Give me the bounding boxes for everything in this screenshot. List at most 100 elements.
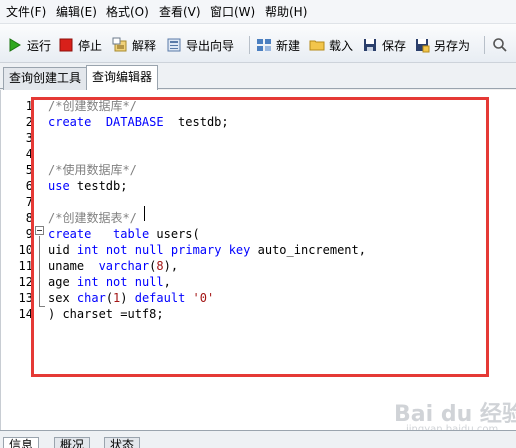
tab-status[interactable]: 状态 <box>104 437 141 448</box>
code-line: /*创建数据表*/ <box>48 210 137 226</box>
menu-bar: 文件(F) 编辑(E) 格式(O) 查看(V) 窗口(W) 帮助(H) <box>0 0 516 24</box>
menu-help[interactable]: 帮助(H) <box>265 4 307 20</box>
line-number: 5 <box>25 163 33 177</box>
tab-query-builder[interactable]: 查询创建工具 <box>3 67 88 90</box>
line-number: 10 <box>18 243 33 257</box>
code-line: /*创建数据库*/ <box>48 98 137 114</box>
code-token: ) <box>120 291 135 305</box>
tab-profile[interactable]: 概况 <box>54 437 91 448</box>
sql-keyword: int <box>76 275 99 289</box>
line-number: 9 <box>25 227 33 241</box>
sql-keyword: not <box>105 275 128 289</box>
query-editor[interactable]: 1 2 3 4 5 6 7 8 9 10 11 12 13 14 /*创建数据库*/create DATA… <box>0 90 516 430</box>
line-number-gutter: 1 2 3 4 5 6 7 8 9 10 11 12 13 14 <box>1 90 37 430</box>
sql-keyword: char <box>76 291 106 305</box>
code-token: , <box>163 275 171 289</box>
save-label: 保存 <box>382 38 407 53</box>
code-token: testdb; <box>163 115 229 129</box>
new-button[interactable]: 新建 <box>256 36 300 54</box>
sql-keyword: key <box>228 243 251 257</box>
tab-query-editor[interactable]: 查询编辑器 <box>86 65 159 90</box>
run-label: 运行 <box>27 38 52 53</box>
result-tabs: 信息 概况 状态 <box>0 430 516 448</box>
code-line: sex char(1) default '0' <box>48 290 214 306</box>
menu-format[interactable]: 格式(O) <box>106 4 149 20</box>
toolbar-divider <box>484 36 485 54</box>
line-number: 7 <box>25 195 33 209</box>
stop-icon <box>58 37 74 53</box>
sql-keyword: not <box>105 243 128 257</box>
folder-icon <box>309 37 325 53</box>
play-icon <box>7 37 23 53</box>
search-button[interactable] <box>492 36 512 54</box>
editor-tabs: 查询创建工具 查询编辑器 <box>0 63 516 90</box>
line-number: 4 <box>25 147 33 161</box>
run-button[interactable]: 运行 <box>7 36 51 54</box>
sql-keyword: int <box>76 243 99 257</box>
code-line: create table users( <box>48 226 200 242</box>
sql-keyword: null <box>134 243 164 257</box>
save-as-button[interactable]: 另存为 <box>414 36 470 54</box>
line-number: 8 <box>25 211 33 225</box>
menu-window[interactable]: 窗口(W) <box>210 4 255 20</box>
save-icon <box>362 37 378 53</box>
menu-file[interactable]: 文件(F) <box>6 4 46 20</box>
code-line: uid int not null primary key auto_increm… <box>48 242 366 258</box>
export-wizard-button[interactable]: 导出向导 <box>166 36 234 54</box>
code-token: ), <box>163 259 179 273</box>
code-token: testdb; <box>69 179 128 193</box>
sql-keyword: create <box>48 115 92 129</box>
sql-keyword: table <box>113 227 150 241</box>
fold-guide <box>39 236 40 306</box>
sql-keyword: DATABASE <box>105 115 164 129</box>
menu-view[interactable]: 查看(V) <box>159 4 201 20</box>
line-number: 13 <box>18 291 33 305</box>
load-button[interactable]: 载入 <box>309 36 353 54</box>
load-label: 载入 <box>329 38 354 53</box>
sql-keyword: default <box>134 291 186 305</box>
code-token: ) charset =utf8; <box>48 307 164 321</box>
code-line: /*使用数据库*/ <box>48 162 137 178</box>
sql-keyword: use <box>48 179 70 193</box>
stop-label: 停止 <box>78 38 103 53</box>
sql-comment: /*创建数据表*/ <box>48 211 137 225</box>
sql-keyword: create <box>48 227 92 241</box>
sql-comment: /*使用数据库*/ <box>48 163 137 177</box>
sql-keyword: varchar <box>98 259 150 273</box>
code-line: age int not null, <box>48 274 171 290</box>
explain-button[interactable]: 解释 <box>112 36 156 54</box>
save-as-label: 另存为 <box>434 38 471 53</box>
line-number: 3 <box>25 131 33 145</box>
code-line: ) charset =utf8; <box>48 306 164 322</box>
line-number: 14 <box>18 307 33 321</box>
toolbar: 运行 停止 解释 导出向导 新建 载入 保存 另存为 <box>0 24 516 63</box>
line-number: 11 <box>18 259 33 273</box>
code-line: use testdb; <box>48 178 127 194</box>
stop-button[interactable]: 停止 <box>58 36 102 54</box>
tab-info[interactable]: 信息 <box>3 437 40 448</box>
menu-edit[interactable]: 编辑(E) <box>56 4 97 20</box>
fold-toggle-icon[interactable] <box>35 226 44 235</box>
code-token: uid <box>48 243 77 257</box>
sql-literal: 8 <box>156 259 164 273</box>
save-button[interactable]: 保存 <box>362 36 406 54</box>
line-number: 12 <box>18 275 33 289</box>
sql-keyword: null <box>134 275 164 289</box>
export-wizard-label: 导出向导 <box>186 38 235 53</box>
fold-end <box>39 306 45 307</box>
code-token: uname <box>48 259 99 273</box>
new-label: 新建 <box>276 38 301 53</box>
sql-comment: /*创建数据库*/ <box>48 99 137 113</box>
save-as-icon <box>414 37 430 53</box>
line-number: 2 <box>25 115 33 129</box>
code-token: auto_increment, <box>250 243 366 257</box>
